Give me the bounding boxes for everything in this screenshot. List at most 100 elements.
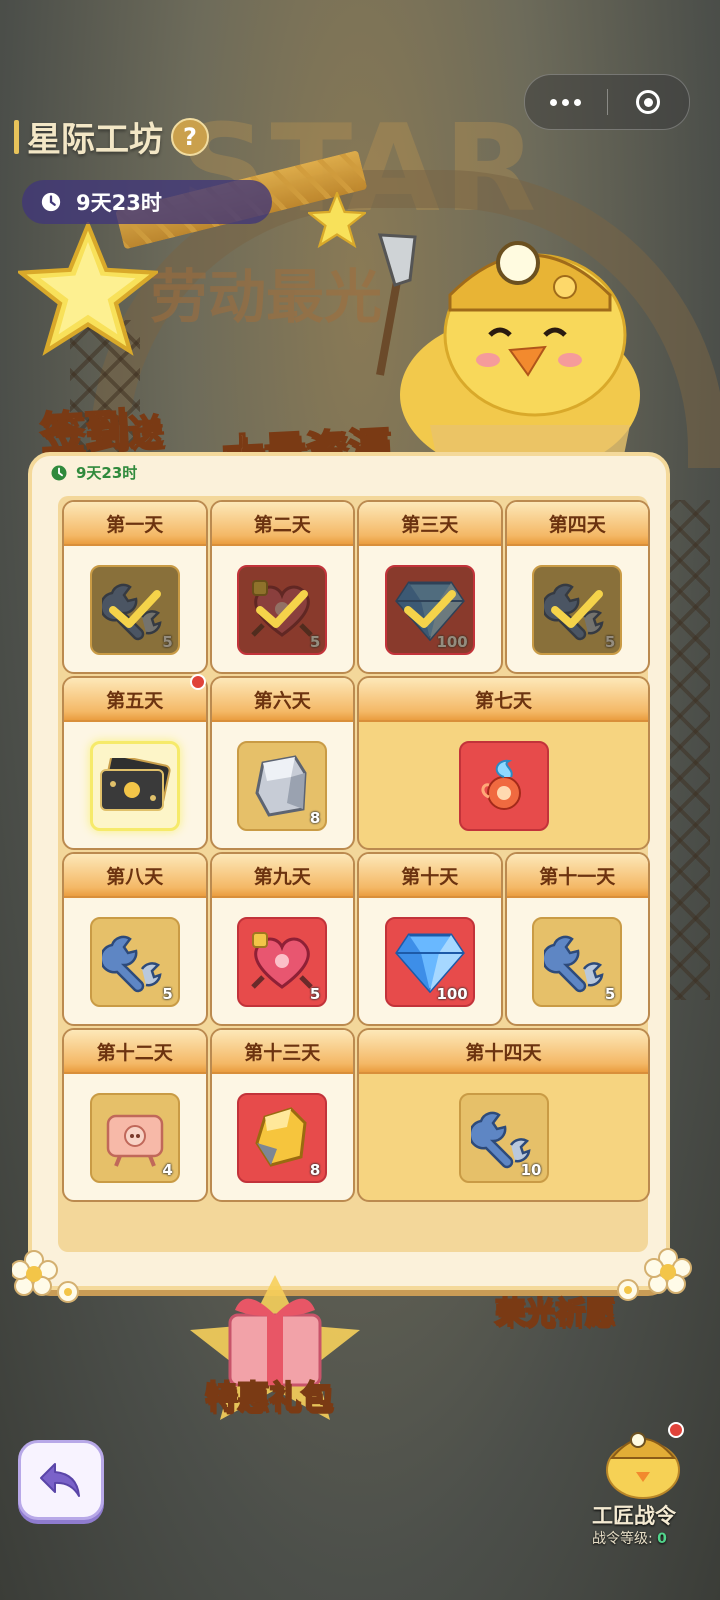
day-cell[interactable]: 第十二天 4 bbox=[62, 1028, 208, 1202]
stone-icon[interactable]: 8 bbox=[237, 741, 328, 831]
day-cell[interactable]: 第三天 100 bbox=[357, 500, 503, 674]
header-title-group: 星际工坊 ? bbox=[14, 112, 209, 161]
day-reward-area: 100 bbox=[359, 898, 501, 1024]
bg-banner-decoration: 劳动最光 bbox=[150, 263, 383, 331]
heart-puzzle-icon[interactable]: 5 bbox=[237, 917, 328, 1007]
claimed-overlay bbox=[239, 567, 326, 653]
claimed-overlay bbox=[386, 567, 473, 653]
gold-ore-icon[interactable]: 8 bbox=[237, 1093, 328, 1183]
day-cell[interactable]: 第七天 bbox=[357, 676, 650, 850]
day-cell[interactable]: 第十天 100 bbox=[357, 852, 503, 1026]
day-cell[interactable]: 第十一天 5 bbox=[504, 852, 650, 1026]
day-reward-area: 5 bbox=[64, 546, 206, 672]
day-reward-area: 5 bbox=[507, 546, 649, 672]
day-reward-area: 10 bbox=[359, 1074, 648, 1200]
wrench-icon[interactable]: 5 bbox=[532, 565, 623, 655]
day-reward-area: 8 bbox=[212, 1074, 354, 1200]
day-label: 第二天 bbox=[211, 502, 353, 546]
wrench-icon[interactable]: 10 bbox=[458, 1093, 549, 1183]
claimed-overlay bbox=[91, 567, 178, 653]
diamond-icon[interactable]: 100 bbox=[384, 917, 475, 1007]
day-reward-area: 5 bbox=[212, 898, 354, 1024]
day-reward-area bbox=[64, 722, 206, 848]
fire-orb-icon[interactable] bbox=[458, 741, 549, 831]
reward-quantity: 100 bbox=[436, 985, 468, 1003]
page-title: 星际工坊 bbox=[27, 120, 163, 160]
clock-icon bbox=[41, 192, 61, 212]
glory-wish-label[interactable]: 荣光祈愿 bbox=[494, 1288, 616, 1332]
reward-quantity: 8 bbox=[309, 1161, 321, 1179]
event-timer-text: 9天23时 bbox=[76, 191, 162, 215]
reward-quantity: 10 bbox=[520, 1161, 542, 1179]
reward-quantity: 5 bbox=[162, 985, 173, 1003]
claimed-overlay bbox=[534, 567, 621, 653]
day-cell[interactable]: 第十四天 10 bbox=[357, 1028, 650, 1202]
target-close-icon bbox=[636, 90, 661, 114]
day-label: 第四天 bbox=[506, 502, 648, 546]
title-accent-bar bbox=[14, 119, 19, 154]
back-arrow-icon bbox=[40, 1463, 80, 1497]
question-icon[interactable]: ? bbox=[171, 117, 209, 156]
battle-pass-icon[interactable] bbox=[598, 1420, 688, 1500]
reward-quantity: 5 bbox=[604, 985, 616, 1003]
diamond-icon[interactable]: 100 bbox=[384, 565, 475, 655]
day-cell[interactable]: 第五天 bbox=[62, 676, 208, 850]
flower-decoration-icon bbox=[12, 1250, 79, 1303]
day-cell[interactable]: 第二天 5 bbox=[209, 500, 355, 674]
day-label: 第六天 bbox=[211, 678, 353, 722]
back-button[interactable] bbox=[18, 1440, 104, 1520]
checkin-panel: 9天23时 第一天 5 第二天 5 第三天 100 第四天 5 第五天第六天 8 第七天第八天5第九… bbox=[28, 452, 670, 1290]
panel-timer: 9天23时 bbox=[50, 462, 137, 483]
clock-icon bbox=[51, 465, 67, 480]
big-star-icon bbox=[18, 222, 158, 356]
miner-chick-mascot bbox=[376, 233, 640, 475]
flower-decoration-icon bbox=[617, 1248, 692, 1301]
day-reward-area: 4 bbox=[64, 1074, 206, 1200]
heart-puzzle-icon[interactable]: 5 bbox=[237, 565, 328, 655]
day-label: 第一天 bbox=[64, 502, 206, 546]
day-label: 第十二天 bbox=[64, 1030, 206, 1074]
more-dots-icon bbox=[550, 98, 582, 106]
card-icon[interactable] bbox=[89, 741, 180, 831]
event-timer-pill: 9天23时 bbox=[22, 180, 272, 224]
reward-quantity: 4 bbox=[162, 1161, 173, 1179]
day-reward-area: 5 bbox=[507, 898, 649, 1024]
day-cell[interactable]: 第一天 5 bbox=[62, 500, 208, 674]
day-label: 第七天 bbox=[359, 678, 648, 722]
reward-quantity: 8 bbox=[309, 809, 321, 827]
close-button[interactable] bbox=[608, 75, 690, 129]
checkin-grid: 第一天 5 第二天 5 第三天 100 第四天 5 第五天第六天 8 第七天第八天 5 第九天 5 第十天 1… bbox=[58, 496, 650, 1252]
pig-ticket-icon[interactable]: 4 bbox=[89, 1093, 180, 1183]
day-reward-area: 5 bbox=[212, 546, 354, 672]
day-reward-area: 100 bbox=[359, 546, 501, 672]
day-reward-area: 8 bbox=[212, 722, 354, 848]
notification-dot bbox=[189, 674, 206, 690]
wrench-icon[interactable]: 5 bbox=[532, 917, 623, 1007]
reward-quantity: 5 bbox=[309, 985, 321, 1003]
day-reward-area: 5 bbox=[64, 898, 206, 1024]
mini-program-capsule bbox=[524, 74, 690, 130]
special-gift-label[interactable]: 特惠礼包 bbox=[204, 1372, 334, 1418]
more-button[interactable] bbox=[525, 75, 607, 129]
day-cell[interactable]: 第九天 5 bbox=[209, 852, 355, 1026]
day-cell[interactable]: 第十三天 8 bbox=[209, 1028, 355, 1202]
panel-timer-text: 9天23时 bbox=[76, 464, 138, 482]
day-cell[interactable]: 第六天 8 bbox=[209, 676, 355, 850]
day-reward-area bbox=[359, 722, 648, 848]
wrench-icon[interactable]: 5 bbox=[89, 917, 180, 1007]
day-label: 第三天 bbox=[359, 502, 501, 546]
battle-pass-level: 战令等级: 0 bbox=[592, 1531, 667, 1547]
day-cell[interactable]: 第四天 5 bbox=[504, 500, 650, 674]
check-icon bbox=[551, 590, 604, 628]
day-label: 第十四天 bbox=[359, 1030, 648, 1074]
check-icon bbox=[256, 590, 309, 628]
day-label: 第五天 bbox=[64, 678, 206, 722]
small-star-icon bbox=[308, 192, 366, 248]
check-icon bbox=[403, 590, 456, 628]
check-icon bbox=[108, 590, 161, 628]
day-label: 第十天 bbox=[359, 854, 501, 898]
battle-pass-title[interactable]: 工匠战令 bbox=[592, 1500, 676, 1530]
day-cell[interactable]: 第八天 5 bbox=[62, 852, 208, 1026]
wrench-icon[interactable]: 5 bbox=[89, 565, 180, 655]
day-label: 第九天 bbox=[211, 854, 353, 898]
